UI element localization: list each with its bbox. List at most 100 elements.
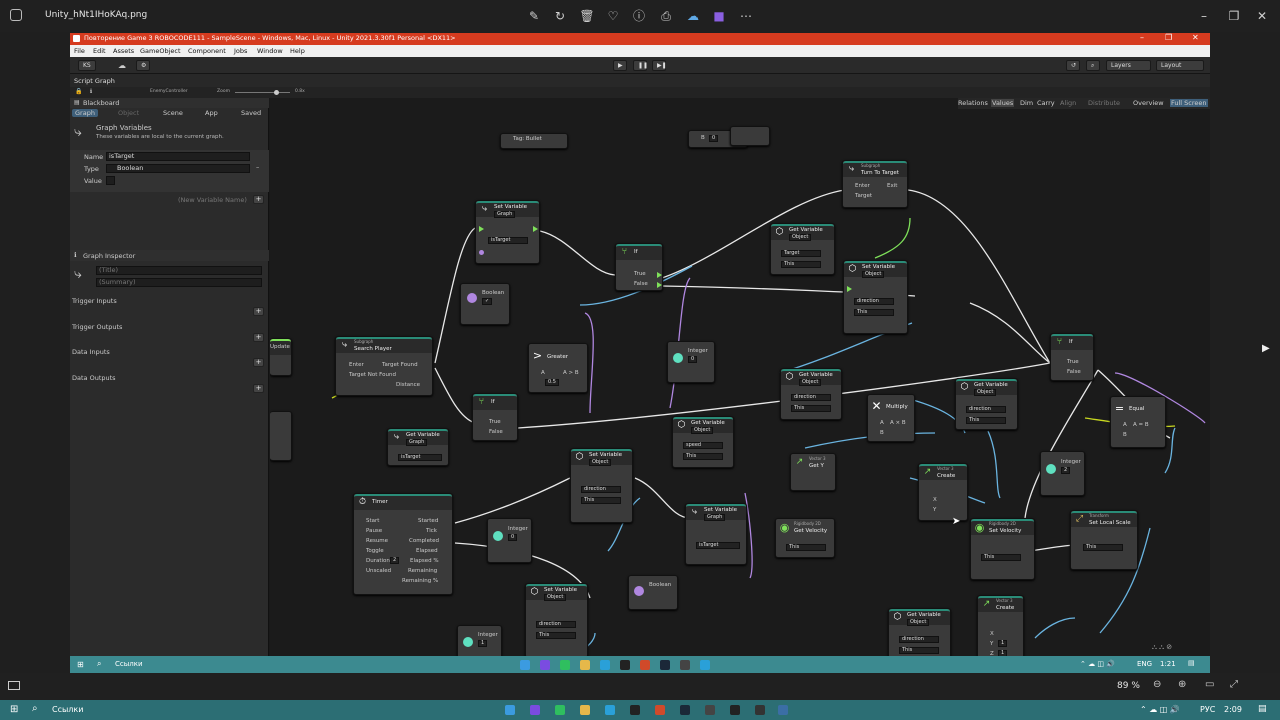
cloud-icon[interactable]: ☁ xyxy=(684,7,702,25)
title-field[interactable]: (Title) xyxy=(96,266,262,275)
pause-button[interactable]: ❚❚ xyxy=(633,60,648,71)
node-kind-dropdown[interactable]: Object xyxy=(862,271,885,278)
node-kind-dropdown[interactable]: Graph xyxy=(704,514,726,521)
node-kind-dropdown[interactable]: Object xyxy=(799,379,822,386)
node-subgraph-search[interactable]: ⤷ Subgraph Search Player Enter Target Fo… xyxy=(335,336,433,396)
spotify-icon[interactable] xyxy=(555,705,565,715)
value-port[interactable] xyxy=(479,250,484,255)
summary-field[interactable]: (Summary) xyxy=(96,278,262,287)
node-subgraph-turn[interactable]: ⤷ Subgraph Turn To Target Enter Exit Tar… xyxy=(842,160,908,208)
unity-maximize-icon[interactable]: ❐ xyxy=(1165,33,1172,42)
tab-saved[interactable]: Saved xyxy=(241,109,261,117)
layers-dropdown[interactable]: Layers xyxy=(1106,60,1151,71)
y-value[interactable]: 1 xyxy=(998,640,1008,647)
full-screen-button[interactable]: Full Screen xyxy=(1170,99,1208,107)
node-transform-setlocalscale[interactable]: ⤢ Transform Set Local Scale This xyxy=(1070,510,1138,570)
filmstrip-icon[interactable] xyxy=(8,681,20,690)
node-get-variable-direction-2[interactable]: ⬡ Get Variable Object direction This xyxy=(955,378,1018,430)
integer-value[interactable]: 1 xyxy=(478,640,488,647)
object-field[interactable]: This xyxy=(581,497,621,504)
node-boolean-1[interactable]: Boolean ✓ xyxy=(460,283,510,325)
var-name-field[interactable]: isTarget xyxy=(106,152,250,161)
close-icon[interactable]: ✕ xyxy=(1253,7,1271,25)
node-partial[interactable] xyxy=(730,126,770,146)
windows-start-icon[interactable]: ⊞ xyxy=(77,660,84,669)
node-kind-dropdown[interactable]: Object xyxy=(907,619,930,626)
flow-out-port[interactable] xyxy=(533,226,538,232)
var-name-field[interactable]: isTarget xyxy=(488,237,528,244)
node-partial-left[interactable] xyxy=(270,411,292,461)
node-get-variable-speed[interactable]: ⬡ Get Variable Object speed This xyxy=(672,416,734,468)
add-variable-button[interactable]: + xyxy=(253,195,264,204)
values-button[interactable]: Values xyxy=(991,99,1015,107)
history-icon[interactable]: ↺ xyxy=(1066,60,1080,71)
unity-icon[interactable] xyxy=(705,705,715,715)
minimize-icon[interactable]: – xyxy=(1195,7,1213,25)
node-get-variable-istarget[interactable]: ⤷ Get Variable Graph isTarget xyxy=(387,428,449,466)
object-field[interactable]: This xyxy=(786,544,826,551)
node-equal[interactable]: = Equal A A = B B xyxy=(1110,396,1166,448)
object-field[interactable]: This xyxy=(683,453,723,460)
new-variable-field[interactable]: (New Variable Name) xyxy=(178,196,247,204)
node-kind-dropdown[interactable]: Object xyxy=(691,427,714,434)
explorer-icon[interactable] xyxy=(580,660,590,670)
var-name-field[interactable]: isTarget xyxy=(398,454,442,461)
add-data-input-button[interactable]: + xyxy=(253,358,264,367)
object-field[interactable]: This xyxy=(791,405,831,412)
menu-file[interactable]: File xyxy=(74,47,85,55)
unity-minimize-icon[interactable]: – xyxy=(1140,33,1144,42)
node-integer-0[interactable]: Integer 0 xyxy=(667,341,715,383)
favorite-icon[interactable]: ♡ xyxy=(604,7,622,25)
node-set-variable-graph[interactable]: ⤷ Set Variable Graph isTarget xyxy=(475,200,540,264)
graph-canvas[interactable]: Tag: Bullet B 0 ⤷ Set Variable Graph isT… xyxy=(270,98,1210,673)
var-name-field[interactable]: speed xyxy=(683,442,723,449)
discord-icon[interactable] xyxy=(540,660,550,670)
add-trigger-output-button[interactable]: + xyxy=(253,333,264,342)
fit-icon[interactable]: ▭ xyxy=(1205,679,1214,690)
node-if-1[interactable]: ⑂ If True False xyxy=(615,243,663,291)
node-kind-dropdown[interactable]: Graph xyxy=(494,211,516,218)
node-kind-dropdown[interactable]: Object xyxy=(974,389,997,396)
unity-icon[interactable] xyxy=(680,660,690,670)
lock-icon[interactable]: 🔒 xyxy=(75,88,82,95)
node-integer-2[interactable]: Integer 2 xyxy=(1040,451,1085,496)
telegram-icon[interactable] xyxy=(600,660,610,670)
remove-variable-button[interactable]: – xyxy=(256,163,259,171)
search-icon[interactable]: ⌕ xyxy=(32,703,38,714)
clock[interactable]: 2:09 xyxy=(1224,705,1242,714)
obs-icon[interactable] xyxy=(620,660,630,670)
search-icon[interactable]: ⌕ xyxy=(97,659,101,669)
tab-object[interactable]: Object xyxy=(118,109,139,117)
unity-close-icon[interactable]: ✕ xyxy=(1192,33,1199,42)
node-get-variable-direction[interactable]: ⬡ Get Variable Object direction This xyxy=(780,368,842,420)
node-vector3-gety[interactable]: ↗ Vector 3 Get Y xyxy=(790,453,836,491)
powerpoint-icon[interactable] xyxy=(640,660,650,670)
account-dropdown[interactable]: KS xyxy=(78,60,96,71)
node-multiply[interactable]: ✕ Multiply A A × B B xyxy=(867,394,915,442)
node-if-2[interactable]: ⑂ If True False xyxy=(472,393,518,441)
explorer-icon[interactable] xyxy=(580,705,590,715)
collab-icon[interactable]: ⚙ xyxy=(136,60,150,71)
node-kind-dropdown[interactable]: Object xyxy=(544,594,567,601)
node-boolean-2[interactable]: Boolean xyxy=(628,575,678,610)
player-icon[interactable] xyxy=(755,705,765,715)
node-tag-bullet[interactable]: Tag: Bullet xyxy=(500,133,568,149)
node-set-variable-graph-2[interactable]: ⤷ Set Variable Graph isTarget xyxy=(685,503,747,565)
node-get-variable-direction-3[interactable]: ⬡ Get Variable Object direction This xyxy=(888,608,951,660)
menu-assets[interactable]: Assets xyxy=(113,47,134,55)
inspector-icon[interactable]: ℹ xyxy=(90,88,92,95)
cloud-services-icon[interactable]: ☁ xyxy=(118,61,126,70)
object-field[interactable]: This xyxy=(536,632,576,639)
layout-dropdown[interactable]: Layout xyxy=(1156,60,1204,71)
node-integer-0b[interactable]: Integer 0 xyxy=(487,518,532,563)
more-icon[interactable]: ⋯ xyxy=(737,7,755,25)
menu-edit[interactable]: Edit xyxy=(93,47,106,55)
step-button[interactable]: ▶❚ xyxy=(652,60,667,71)
language-indicator[interactable]: РУС xyxy=(1200,705,1215,714)
node-get-variable-target[interactable]: ⬡ Get Variable Object Target This xyxy=(770,223,835,275)
rotate-icon[interactable]: ↻ xyxy=(551,7,569,25)
port-value[interactable]: 0 xyxy=(709,135,719,142)
discord-icon[interactable] xyxy=(530,705,540,715)
object-field[interactable]: This xyxy=(981,554,1021,561)
taskbar-search-label[interactable]: Ссылки xyxy=(52,705,83,714)
